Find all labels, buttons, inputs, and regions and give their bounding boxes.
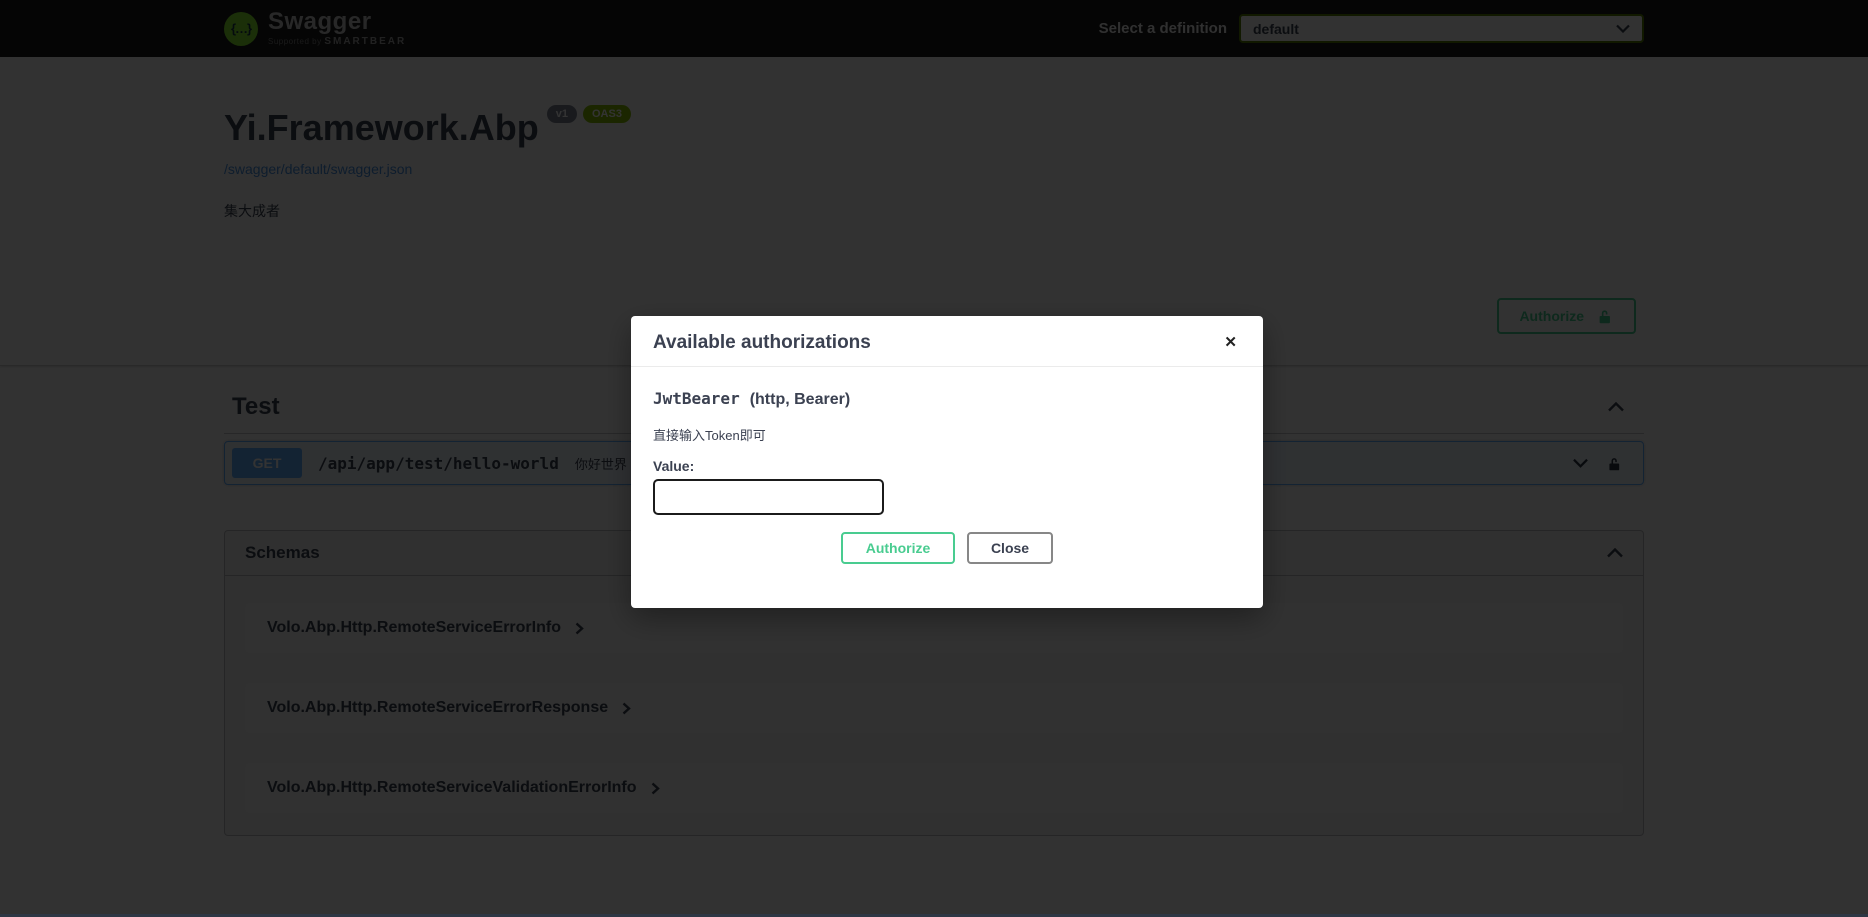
auth-scheme-name: JwtBearer — [653, 389, 740, 408]
authorizations-modal: Available authorizations ✕ JwtBearer (ht… — [631, 316, 1263, 608]
value-label: Value: — [653, 458, 1241, 474]
token-value-input[interactable] — [653, 479, 884, 515]
modal-close-button[interactable]: Close — [967, 532, 1053, 564]
modal-title: Available authorizations — [653, 332, 871, 354]
auth-scheme-meta: (http, Bearer) — [750, 391, 850, 409]
modal-authorize-button[interactable]: Authorize — [841, 532, 955, 564]
close-icon[interactable]: ✕ — [1220, 331, 1241, 354]
auth-scheme-description: 直接输入Token即可 — [653, 425, 1241, 444]
